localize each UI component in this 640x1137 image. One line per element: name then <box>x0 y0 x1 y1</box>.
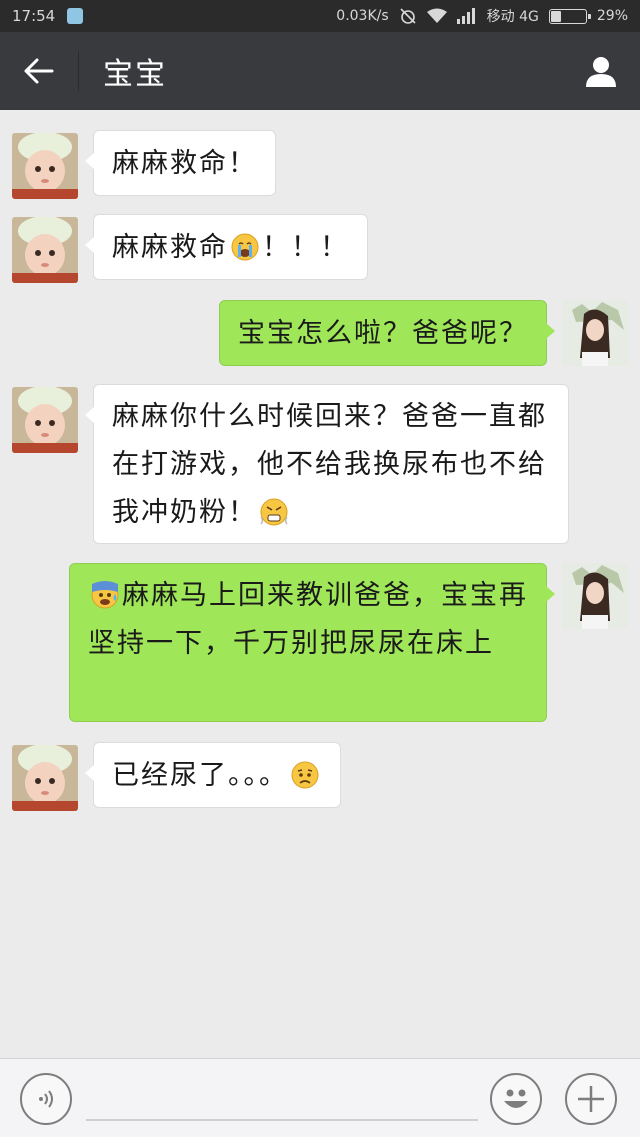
voice-button[interactable] <box>20 1073 72 1125</box>
chat-header: 宝宝 <box>0 32 640 110</box>
message-bubble-incoming[interactable]: 麻麻救命！ <box>85 130 276 196</box>
voice-icon <box>39 1090 53 1108</box>
baby-avatar[interactable] <box>12 217 78 283</box>
header-divider <box>78 51 79 91</box>
chat-title: 宝宝 <box>103 57 167 92</box>
alarm-muted-icon <box>399 7 417 25</box>
message-bubble-incoming[interactable]: 麻麻你什么时候回来？爸爸一直都在打游戏，他不给我换尿布也不给我冲奶粉！ <box>85 384 569 544</box>
message-text: 麻麻救命！ <box>112 148 257 179</box>
notification-icon <box>67 8 84 24</box>
message-list[interactable]: 麻麻救命！ 麻麻救命 ！！！ 宝宝怎么啦？爸爸呢？ 麻麻你什么时候回来？爸爸一直都… <box>0 110 640 1058</box>
message-text: 麻麻救命 <box>112 232 228 263</box>
carrier-label: 移动 4G <box>486 9 539 25</box>
crying-emoji <box>230 230 260 261</box>
status-bar: 17:54 0.03K/s 移动 4G 29% <box>0 0 640 32</box>
chat-info-button[interactable] <box>562 32 640 110</box>
signal-icon <box>456 8 477 24</box>
message-bubble-outgoing[interactable]: 宝宝怎么啦？爸爸呢？ <box>219 300 555 366</box>
mom-avatar[interactable] <box>562 563 628 629</box>
message-bubble-outgoing[interactable]: 麻麻马上回来教训爸爸，宝宝再坚持一下，千万别把尿尿在床上 <box>69 563 555 722</box>
baby-avatar[interactable] <box>12 745 78 811</box>
baby-avatar[interactable] <box>12 387 78 453</box>
message-text: 已经尿了。。。 <box>112 760 288 791</box>
emoji-button[interactable] <box>490 1073 542 1125</box>
wifi-icon <box>426 8 447 24</box>
network-speed: 0.03K/s <box>336 8 389 24</box>
battery-icon <box>548 8 591 24</box>
message-text-suffix: ！！！ <box>262 232 349 263</box>
angry-emoji <box>259 495 289 526</box>
arrow-left-icon <box>24 58 54 84</box>
message-text: 麻麻马上回来教训爸爸，宝宝再坚持一下，千万别把尿尿在床上 <box>88 580 528 659</box>
status-time: 17:54 <box>12 7 56 25</box>
plus-icon <box>578 1086 604 1112</box>
baby-avatar[interactable] <box>12 133 78 199</box>
worried-emoji <box>290 758 320 789</box>
message-bubble-incoming[interactable]: 已经尿了。。。 <box>85 742 341 808</box>
message-text: 麻麻你什么时候回来？爸爸一直都在打游戏，他不给我换尿布也不给我冲奶粉！ <box>112 401 547 528</box>
message-bubble-incoming[interactable]: 麻麻救命 ！！！ <box>85 214 368 280</box>
message-input[interactable] <box>86 1077 478 1121</box>
message-text: 宝宝怎么啦？爸爸呢？ <box>238 318 528 349</box>
more-button[interactable] <box>565 1073 617 1125</box>
anxious-emoji <box>90 578 120 609</box>
smiley-icon <box>504 1089 528 1108</box>
battery-percent: 29% <box>596 8 628 24</box>
input-bar <box>0 1058 640 1137</box>
mom-avatar[interactable] <box>562 300 628 366</box>
back-button[interactable] <box>0 32 78 110</box>
person-icon <box>586 57 616 87</box>
